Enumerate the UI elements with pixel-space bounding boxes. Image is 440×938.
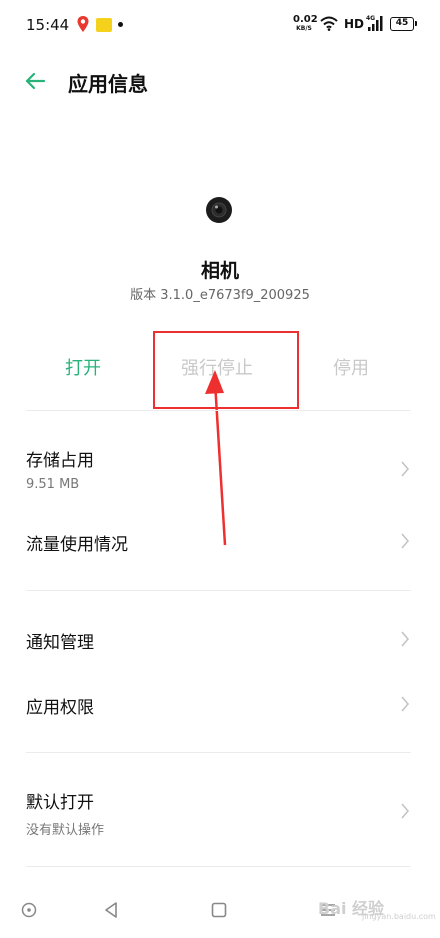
- storage-title: 存储占用: [26, 451, 94, 471]
- network-speed: 0.02 KB/S: [293, 14, 318, 32]
- default-open-title: 默认打开: [26, 793, 94, 813]
- divider: [26, 410, 411, 411]
- chevron-right-icon: [401, 631, 410, 647]
- back-arrow-icon[interactable]: [22, 68, 48, 94]
- divider: [26, 752, 411, 753]
- notification-app-icon: [96, 18, 112, 32]
- network-speed-value: 0.02: [293, 14, 318, 25]
- wifi-icon: [320, 16, 338, 31]
- disable-button[interactable]: 停用: [333, 354, 369, 380]
- data-usage-row[interactable]: 流量使用情况: [0, 520, 440, 564]
- hd-voice-label: HD: [344, 17, 365, 31]
- app-permissions-title: 应用权限: [26, 698, 94, 718]
- camera-app-icon: [206, 197, 232, 223]
- baidu-watermark-url: jingyan.baidu.com: [362, 912, 436, 921]
- app-name: 相机: [200, 260, 239, 282]
- annotation-highlight-box: [153, 331, 299, 409]
- chevron-right-icon: [401, 461, 410, 477]
- page-title: 应用信息: [68, 72, 148, 96]
- assistant-circle-icon[interactable]: [20, 901, 38, 919]
- chevron-right-icon: [401, 696, 410, 712]
- notification-management-title: 通知管理: [26, 633, 94, 653]
- signal-type-label: 4G: [366, 15, 375, 22]
- data-usage-title: 流量使用情况: [26, 535, 128, 555]
- app-permissions-row[interactable]: 应用权限: [0, 683, 440, 727]
- status-bar: 15:44 0.02 KB/S HD 4G 45: [0, 0, 440, 52]
- divider: [26, 866, 411, 867]
- chevron-right-icon: [401, 803, 410, 819]
- default-open-subtitle: 没有默认操作: [26, 823, 105, 838]
- back-triangle-icon[interactable]: [102, 900, 120, 920]
- storage-row[interactable]: 存储占用 9.51 MB: [0, 440, 440, 500]
- cellular-signal-icon: 4G: [366, 15, 383, 31]
- app-info-screen: 15:44 0.02 KB/S HD 4G 45 应用信息 相机 版本 3.1.…: [0, 0, 440, 938]
- home-square-icon[interactable]: [210, 901, 228, 919]
- storage-size: 9.51 MB: [26, 477, 80, 492]
- network-speed-unit: KB/S: [296, 25, 312, 32]
- status-time: 15:44: [26, 16, 70, 34]
- chevron-right-icon: [401, 533, 410, 549]
- location-pin-icon: [77, 16, 89, 32]
- notification-management-row[interactable]: 通知管理: [0, 618, 440, 662]
- divider: [26, 590, 411, 591]
- battery-indicator: 45: [390, 17, 417, 31]
- open-button[interactable]: 打开: [65, 354, 101, 380]
- default-open-row[interactable]: 默认打开 没有默认操作: [0, 782, 440, 842]
- more-notifications-dot-icon: [118, 22, 123, 27]
- app-version: 版本 3.1.0_e7673f9_200925: [130, 288, 310, 303]
